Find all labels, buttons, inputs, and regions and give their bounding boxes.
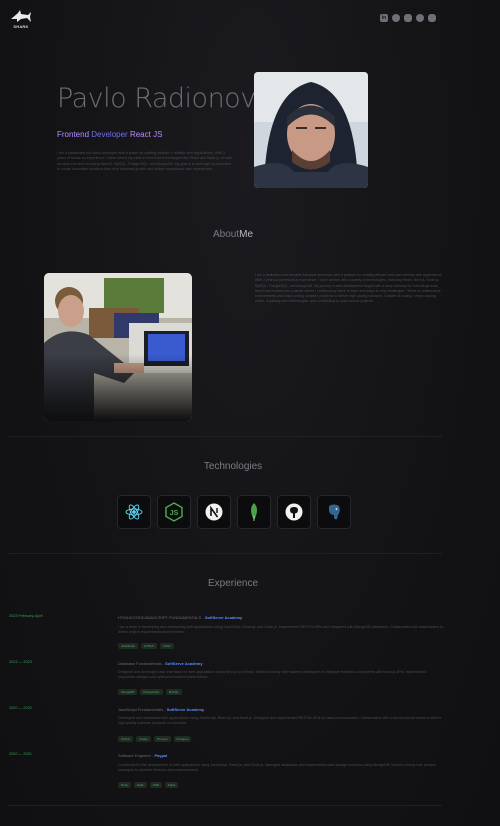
- tag: MySQL: [165, 689, 182, 695]
- about-title-a: About: [212, 229, 240, 240]
- postgresql-icon: [317, 495, 351, 529]
- experience-org[interactable]: SoftServe Academy: [167, 707, 204, 712]
- github-icon[interactable]: [392, 14, 400, 22]
- about-photo: [44, 273, 192, 421]
- role-developer: Developer: [89, 130, 130, 139]
- hero-role: Frontend Developer React JS: [57, 130, 162, 139]
- hero-description: I am a passionate full-stack developer w…: [57, 151, 232, 172]
- mongodb-icon: [237, 495, 271, 529]
- experience-role: Software Engineer -: [118, 753, 155, 758]
- discord-icon[interactable]: [428, 14, 436, 22]
- react-icon: [117, 495, 151, 529]
- tag: Rails: [134, 782, 147, 788]
- role-frontend: Frontend: [57, 130, 90, 139]
- experience-date: 2020 — 2021: [9, 752, 32, 756]
- about-text: I am a dedicated and versatile full-stac…: [255, 273, 443, 304]
- tag: CSS3: [159, 643, 174, 649]
- technologies-list: JS: [117, 495, 351, 529]
- experience-date: 2023 — 2023: [9, 660, 32, 664]
- nodejs-icon: JS: [157, 495, 191, 529]
- experience-heading: Database Fundamentals - SoftServe Academ…: [118, 661, 203, 666]
- nextjs-icon: [197, 495, 231, 529]
- experience-title: Experience: [207, 578, 259, 589]
- experience-role: HTML5/CSS3/JAVASCRIPT FUNDAMENTALS -: [118, 615, 205, 620]
- experience-org[interactable]: Paypal: [154, 753, 167, 758]
- about-title: AboutMe: [0, 229, 466, 240]
- experience-org[interactable]: SoftServe Academy: [205, 615, 242, 620]
- github-icon: [277, 495, 311, 529]
- experience-heading: JavaScript Fundamentals - SoftServe Acad…: [118, 707, 204, 712]
- tag: MongoDB: [118, 689, 138, 695]
- section-divider: [8, 805, 442, 806]
- tag: JavaScript: [118, 643, 139, 649]
- section-divider: [8, 553, 442, 554]
- profile-photo: [254, 72, 368, 188]
- tag: Python: [118, 736, 134, 742]
- logo-text: SHARK: [13, 24, 29, 29]
- telegram-icon[interactable]: [416, 14, 424, 22]
- experience-description: Contributed to the development of web ap…: [118, 763, 436, 773]
- experience-role: JavaScript Fundamentals -: [118, 707, 167, 712]
- linkedin-icon[interactable]: in: [380, 14, 388, 22]
- social-links: in: [380, 14, 436, 22]
- technologies-title: Technologies: [203, 461, 263, 472]
- experience-tags: JavaScript HTML5 CSS3: [118, 643, 174, 649]
- instagram-icon[interactable]: [404, 14, 412, 22]
- experience-heading: Software Engineer - Paypal: [118, 753, 167, 758]
- experience-role: Database Fundamentals -: [118, 661, 166, 666]
- experience-description: Developed and maintained web application…: [118, 716, 442, 726]
- tag: HTML5: [141, 643, 157, 649]
- experience-date: 2023 February-April: [9, 614, 43, 618]
- role-react: React JS: [129, 130, 163, 139]
- tag: PHP: [149, 782, 162, 788]
- experience-heading: HTML5/CSS3/JAVASCRIPT FUNDAMENTALS - Sof…: [118, 615, 242, 620]
- section-divider: [8, 436, 442, 437]
- experience-org[interactable]: SoftServe Academy: [165, 661, 202, 666]
- tag: Svelte: [136, 736, 151, 742]
- tag: Sqlite: [164, 782, 179, 788]
- experience-tags: Python Svelte Three.js Postgres: [118, 736, 192, 742]
- hero-name: Pavlo Radionov: [57, 83, 256, 114]
- logo[interactable]: SHARK: [10, 9, 32, 31]
- tag: PostgreSQL: [140, 689, 163, 695]
- tag: Ruby: [118, 782, 132, 788]
- svg-text:JS: JS: [170, 510, 179, 517]
- experience-description: Designed and developed user interfaces f…: [118, 670, 427, 680]
- experience-date: 2020 — 2022: [9, 706, 32, 710]
- about-title-b: Me: [239, 229, 254, 240]
- tag: Three.js: [153, 736, 171, 742]
- tag: Postgres: [173, 736, 192, 742]
- shark-icon: [11, 10, 31, 22]
- experience-tags: MongoDB PostgreSQL MySQL: [118, 689, 182, 695]
- experience-description: I am a team in developing and maintainin…: [118, 625, 444, 635]
- experience-tags: Ruby Rails PHP Sqlite: [118, 782, 179, 788]
